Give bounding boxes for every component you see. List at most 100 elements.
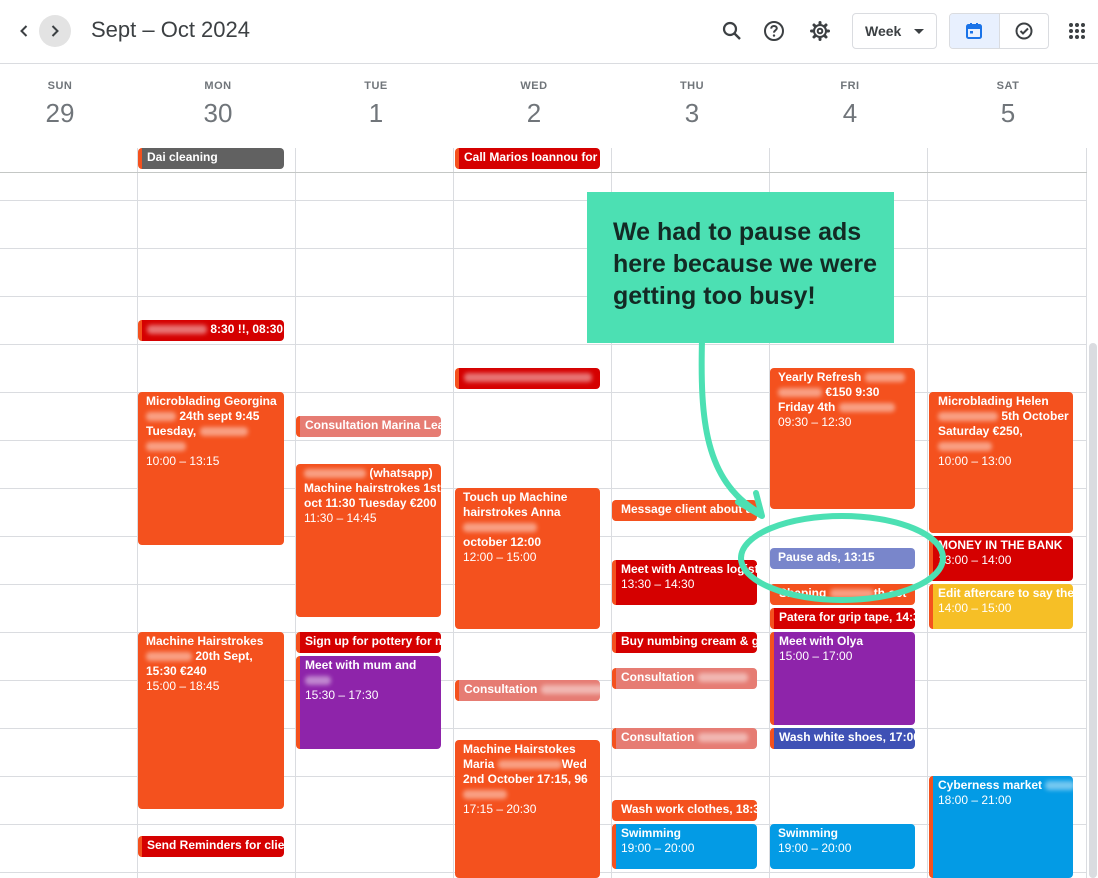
event-touch-up-anna[interactable]: Touch up Machine hairstrokes Anna octobe… [455,488,600,629]
event-time: 09:30 – 12:30 [778,415,852,429]
view-selector[interactable]: Week [852,13,937,49]
day-header-tue[interactable]: TUE 1 [297,64,455,148]
redacted-text [497,760,562,770]
event-title: Swimming [621,826,682,840]
previous-week-button[interactable] [8,15,40,47]
event-message-client[interactable]: Message client about a [612,500,757,521]
event-machine-hairstrokes-mon[interactable]: Machine Hairstrokes 20th Sept, 15:30 €24… [138,632,284,809]
hour-line [0,344,1087,345]
day-header-sat[interactable]: SAT 5 [929,64,1087,148]
event-time: 14:00 – 15:00 [938,601,1012,615]
event-detail: 20th Sept, [195,649,253,663]
redacted-text [864,373,905,383]
day-header-sun[interactable]: SUN 29 [0,64,139,148]
day-number[interactable]: 1 [297,98,455,129]
day-number[interactable]: 2 [455,98,613,129]
apps-button[interactable] [1061,15,1093,47]
event-meet-olya[interactable]: Meet with Olya 15:00 – 17:00 [770,632,915,725]
annotation-text: We had to pause ads here because we were… [613,218,878,310]
day-number[interactable]: 5 [929,98,1087,129]
event-detail: october 12:00 [463,535,542,549]
day-name: MON [204,80,232,92]
apps-grid-icon [1069,23,1085,39]
day-number[interactable]: 30 [139,98,297,129]
event-cyberness-market[interactable]: Cyberness market 18:00 – 21:00 [929,776,1073,878]
vertical-scrollbar[interactable] [1089,343,1097,878]
event-consultation-thu-2[interactable]: Consultation [612,728,757,749]
redacted-text [778,388,822,398]
redacted-text [199,427,248,437]
event-detail: €150 9:30 [825,385,880,399]
redacted-text [146,442,186,452]
hour-line [0,296,1087,297]
event-shaping[interactable]: Shaping th oct [770,584,915,605]
event-wed-morning[interactable] [455,368,600,389]
day-number[interactable]: 4 [771,98,929,129]
event-title: Consultation Marina Lea's [305,418,441,432]
day-header-mon[interactable]: MON 30 [139,64,297,148]
gear-icon [810,21,830,41]
event-call-marios[interactable]: Call Marios Ioannou for [455,148,600,169]
calendar-toggle-button[interactable] [950,14,999,48]
event-meet-antreas[interactable]: Meet with Antreas logistics 13:30 – 14:3… [612,560,757,605]
day-number[interactable]: 29 [0,98,139,129]
event-title: Call Marios Ioannou for [464,150,598,164]
event-swimming-thu[interactable]: Swimming 19:00 – 20:00 [612,824,757,869]
redacted-text [697,673,748,683]
redacted-text [147,325,207,335]
redacted-text [146,412,176,422]
day-header-wed[interactable]: WED 2 [455,64,613,148]
event-title: Cyberness market [938,778,1043,792]
event-yearly-refresh[interactable]: Yearly Refresh €150 9:30 Friday 4th 09:3… [770,368,915,509]
event-consultation-thu-1[interactable]: Consultation [612,668,757,689]
event-time: 19:00 – 20:00 [621,841,695,855]
annotation-callout: We had to pause ads here because we were… [587,192,894,343]
event-title: Buy numbing cream & gri [621,634,757,648]
day-number[interactable]: 3 [613,98,771,129]
event-time: 17:15 – 20:30 [463,802,537,816]
tasks-toggle-button[interactable] [998,14,1048,48]
help-icon [764,21,784,41]
app-toggle [949,13,1049,49]
redacted-text [463,523,537,533]
event-detail: 24th sept 9:45 [179,409,260,423]
search-icon [722,21,741,40]
event-patera-grip-tape[interactable]: Patera for grip tape, 14:30 [770,608,915,629]
event-time: 15:30 – 17:30 [305,688,379,702]
event-wash-work-clothes[interactable]: Wash work clothes, 18:30 [612,800,757,821]
event-title: Dai cleaning [147,150,218,164]
event-detail: (whatsapp) [369,466,433,480]
event-edit-aftercare[interactable]: Edit aftercare to say the h 14:00 – 15:0… [929,584,1073,629]
hour-line [0,248,1087,249]
tasks-view-icon [1015,22,1033,40]
next-week-button[interactable] [39,15,71,47]
search-button[interactable] [716,15,748,47]
event-title: 8:30 !!, 08:30 [210,322,284,336]
event-dai-cleaning[interactable]: Dai cleaning [138,148,284,169]
all-day-divider [0,172,1087,173]
event-pottery-signup[interactable]: Sign up for pottery for me [296,632,441,653]
event-microblading-helen[interactable]: Microblading Helen 5th October Saturday … [929,392,1073,533]
event-send-reminders[interactable]: Send Reminders for clients [138,836,284,857]
event-meet-mum[interactable]: Meet with mum and 15:30 – 17:30 [296,656,441,749]
event-swimming-fri[interactable]: Swimming 19:00 – 20:00 [770,824,915,869]
event-psychiatrist[interactable]: 8:30 !!, 08:30 [138,320,284,341]
settings-button[interactable] [804,15,836,47]
event-consultation-wed[interactable]: Consultation [455,680,600,701]
event-title: Edit aftercare to say the h [938,586,1073,600]
redacted-text [838,403,895,413]
event-machine-hairstrokes-maria[interactable]: Machine Hairstokes Maria Wed 2nd October… [455,740,600,878]
event-buy-numbing-cream[interactable]: Buy numbing cream & gri [612,632,757,653]
event-pause-ads[interactable]: Pause ads, 13:15 [770,548,915,569]
day-header-thu[interactable]: THU 3 [613,64,771,148]
event-wash-white-shoes[interactable]: Wash white shoes, 17:00 [770,728,915,749]
event-machine-hairstrokes-tue[interactable]: (whatsapp) Machine hairstrokes 1st oct 1… [296,464,441,617]
event-microblading-georgina[interactable]: Microblading Georgina 24th sept 9:45 Tue… [138,392,284,545]
day-header-fri[interactable]: FRI 4 [771,64,929,148]
event-time: 13:30 – 14:30 [621,577,695,591]
event-money-in-the-bank[interactable]: MONEY IN THE BANK 13:00 – 14:00 [929,536,1073,581]
event-consultation-marina[interactable]: Consultation Marina Lea's [296,416,441,437]
redacted-text [304,469,366,479]
event-time: 11:30 – 14:45 [304,511,377,525]
help-button[interactable] [758,15,790,47]
